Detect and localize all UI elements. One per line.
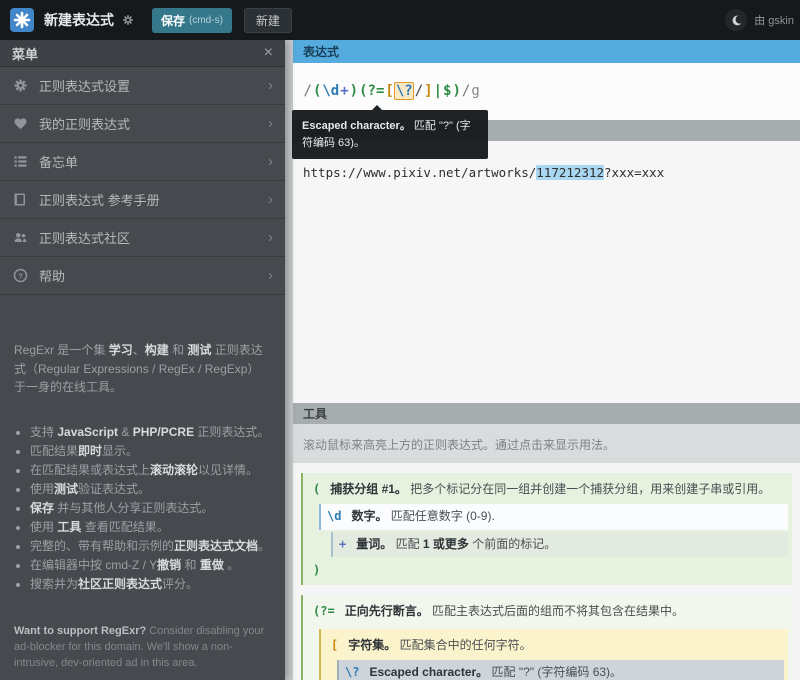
chevron-right-icon: › [268, 77, 273, 94]
gear-icon [12, 78, 29, 93]
explain-group-capture: ( 捕获分组 #1。 把多个标记分在同一组并创建一个捕获分组，用来创建子串或引用… [301, 473, 792, 585]
sidebar-item-help[interactable]: ? 帮助 › [0, 257, 285, 295]
feature-item: 在匹配结果或表达式上滚动滚轮以见详情。 [30, 461, 275, 479]
feature-item: 在编辑器中按 cmd-Z / Y撤销 和 重做 。 [30, 556, 275, 574]
save-shortcut-hint: (cmd-s) [189, 15, 223, 26]
ad-support-text: Want to support RegExr? Consider disabli… [14, 624, 267, 672]
feature-item: 匹配结果即时显示。 [30, 442, 275, 460]
sidebar-item-label: 正则表达式 参考手册 [39, 190, 268, 209]
sidebar-feature-list: 支持 JavaScript & PHP/PCRE 正则表达式。 匹配结果即时显示… [14, 423, 275, 593]
explain-group-lookahead: (?= 正向先行断言。 匹配主表达式后面的组而不将其包含在结果中。 [ 字符集。… [301, 595, 792, 680]
explain-row-escaped-char-selected[interactable]: \? Escaped character。 匹配 "?" (字符编码 63)。 [337, 660, 784, 680]
tools-description: 滚动鼠标来高亮上方的正则表达式。通过点击来显示用法。 [293, 424, 800, 463]
sidebar-item-community[interactable]: 正则表达式社区 › [0, 219, 285, 257]
explain-row-digit[interactable]: \d 数字。 匹配任意数字 (0-9). [319, 504, 788, 529]
expression-header: 表达式 [293, 40, 800, 63]
feature-item: 使用测试验证表达式。 [30, 480, 275, 498]
pattern-title[interactable]: 新建表达式 [44, 10, 114, 30]
feature-item: 搜索并为社区正则表达式评分。 [30, 575, 275, 593]
token: \d [327, 509, 341, 523]
explain-row-charset[interactable]: [ 字符集。 匹配集合中的任何字符。 [325, 633, 784, 658]
dark-mode-toggle[interactable] [725, 9, 747, 31]
new-button[interactable]: 新建 [244, 8, 292, 33]
chevron-right-icon: › [268, 191, 273, 208]
sidebar-item-cheatsheet[interactable]: 备忘单 › [0, 143, 285, 181]
token-description: 捕获分组 #1。 把多个标记分在同一组并创建一个捕获分组，用来创建子串或引用。 [330, 481, 770, 498]
sidebar-item-label: 备忘单 [39, 152, 268, 171]
tools-header-label: 工具 [303, 405, 327, 422]
title-gear-icon[interactable] [122, 14, 134, 26]
sidebar-item-label: 我的正则表达式 [39, 114, 268, 133]
sidebar-item-label: 正则表达式设置 [39, 76, 268, 95]
explain-row-group-close[interactable]: ) [307, 559, 788, 581]
sidebar-item-settings[interactable]: 正则表达式设置 › [0, 67, 285, 105]
chevron-right-icon: › [268, 115, 273, 132]
save-label: 保存 [161, 12, 185, 29]
book-icon [12, 192, 29, 207]
cheatsheet-icon [12, 154, 29, 169]
sidebar-item-my-patterns[interactable]: 我的正则表达式 › [0, 105, 285, 143]
explain-row-group-open[interactable]: ( 捕获分组 #1。 把多个标记分在同一组并创建一个捕获分组，用来创建子串或引用… [307, 477, 788, 502]
token: ( [313, 482, 320, 496]
token: + [339, 537, 346, 551]
moon-icon [730, 14, 743, 27]
account-link[interactable]: 由 gskin [754, 12, 794, 28]
token-description: 量词。 匹配 1 或更多 个前面的标记。 [356, 536, 556, 553]
token-tooltip: Escaped character。 匹配 "?" (字符编码 63)。 [292, 110, 488, 159]
explain-row-lookahead[interactable]: (?= 正向先行断言。 匹配主表达式后面的组而不将其包含在结果中。 [307, 599, 788, 624]
regexr-app: 新建表达式 保存 (cmd-s) 新建 由 gskin 菜单 × 正则表达式设置… [0, 0, 800, 680]
feature-item: 保存 并与其他人分享正则表达式。 [30, 499, 275, 517]
svg-text:?: ? [18, 272, 23, 281]
token: [ [331, 638, 338, 652]
help-icon: ? [12, 268, 29, 283]
token: ) [313, 563, 320, 577]
explain-row-quantifier[interactable]: + 量词。 匹配 1 或更多 个前面的标记。 [331, 532, 788, 557]
token-description: 字符集。 匹配集合中的任何字符。 [348, 637, 531, 654]
expression-header-label: 表达式 [303, 43, 339, 60]
heart-icon [12, 116, 29, 131]
menu-header: 菜单 × [0, 40, 285, 67]
chevron-right-icon: › [268, 267, 273, 284]
community-icon [12, 230, 29, 245]
chevron-right-icon: › [268, 153, 273, 170]
sidebar-item-label: 帮助 [39, 266, 268, 285]
sidebar-menu: 菜单 × 正则表达式设置 › 我的正则表达式 › 备忘单 › [0, 40, 285, 680]
feature-item: 支持 JavaScript & PHP/PCRE 正则表达式。 [30, 423, 275, 441]
sidebar-item-reference[interactable]: 正则表达式 参考手册 › [0, 181, 285, 219]
token-description: Escaped character。 匹配 "?" (字符编码 63)。 [369, 664, 622, 680]
token: (?= [313, 604, 335, 618]
token-description: 正向先行断言。 匹配主表达式后面的组而不将其包含在结果中。 [345, 603, 684, 620]
topbar-right: 由 gskin [725, 9, 790, 31]
chevron-right-icon: › [268, 229, 273, 246]
close-icon[interactable]: × [264, 45, 273, 61]
token-description: 数字。 匹配任意数字 (0-9). [351, 508, 494, 525]
token: \? [345, 665, 359, 679]
sidebar-intro-text: RegExr 是一个集 学习、构建 和 测试 正则表达式（Regular Exp… [14, 341, 269, 397]
regexr-logo[interactable] [10, 8, 34, 32]
explain-group-charset: [ 字符集。 匹配集合中的任何字符。 \? Escaped character。… [319, 629, 788, 680]
expression-tokens: /(\d+)(?=[\?/]|$)/g [293, 63, 800, 99]
feature-item: 使用 工具 查看匹配结果。 [30, 518, 275, 536]
tools-header: 工具 [293, 403, 800, 424]
feature-item: 完整的、带有帮助和示例的正则表达式文档。 [30, 537, 275, 555]
test-text-input[interactable]: https://www.pixiv.net/artworks/117212312… [293, 141, 800, 403]
top-bar: 新建表达式 保存 (cmd-s) 新建 由 gskin [0, 0, 800, 40]
menu-title: 菜单 [12, 44, 264, 63]
sidebar-item-label: 正则表达式社区 [39, 228, 268, 247]
explain-panel: ( 捕获分组 #1。 把多个标记分在同一组并创建一个捕获分组，用来创建子串或引用… [293, 463, 800, 680]
save-button[interactable]: 保存 (cmd-s) [152, 8, 232, 33]
